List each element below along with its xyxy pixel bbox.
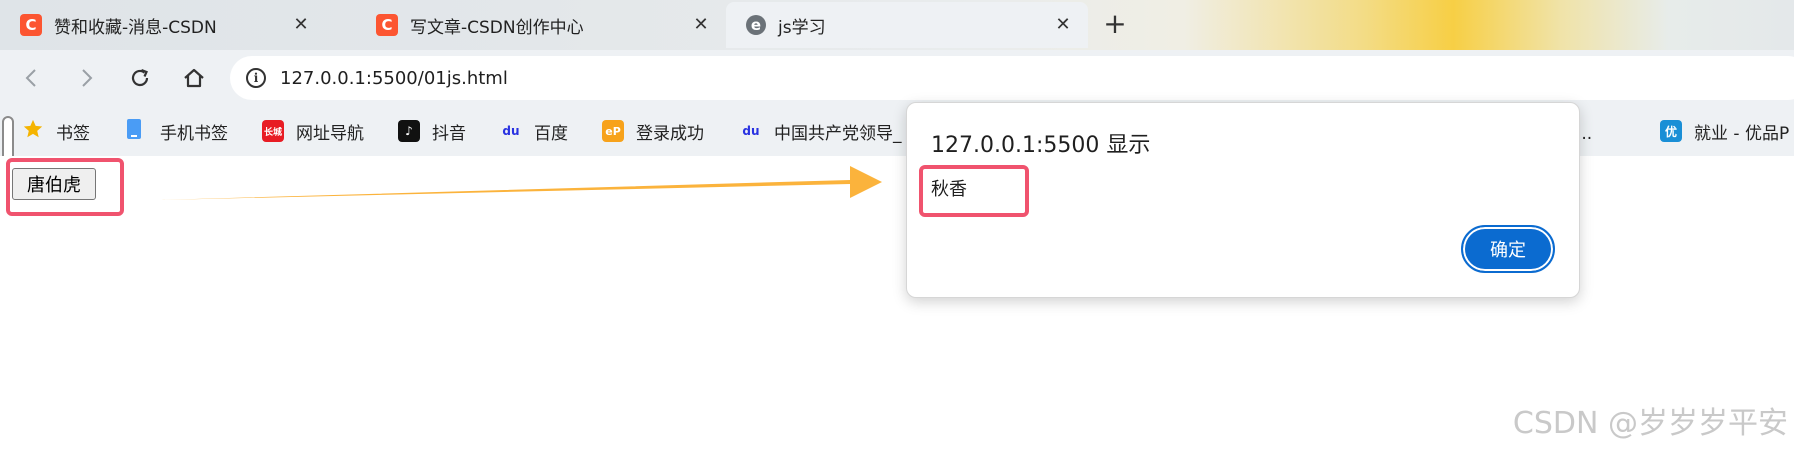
arrow-annotation: [160, 166, 882, 200]
ok-button[interactable]: 确定: [1461, 225, 1555, 273]
watermark: CSDN @岁岁岁平安: [1512, 406, 1788, 441]
tab-title: js学习: [778, 17, 826, 38]
new-tab-icon[interactable]: +: [1100, 9, 1130, 39]
bookmark-item[interactable]: 长城 网址导航: [262, 118, 364, 144]
tab-strip: C 赞和收藏-消息-CSDN ✕ C 写文章-CSDN创作中心 ✕ e js学习…: [0, 0, 1794, 50]
alert-dialog: 127.0.0.1:5500 显示 秋香 确定: [906, 102, 1580, 298]
bookmark-item[interactable]: du 百度: [500, 118, 568, 144]
tab-js-learning[interactable]: e js学习 ✕: [726, 2, 1088, 48]
tab-csdn-messages[interactable]: C 赞和收藏-消息-CSDN ✕: [0, 2, 326, 48]
back-icon[interactable]: [16, 62, 48, 94]
bookmark-label: 中国共产党领导_: [774, 123, 902, 144]
bookmark-item[interactable]: 手机书签: [126, 118, 228, 144]
tab-title: 赞和收藏-消息-CSDN: [54, 17, 217, 38]
bookmark-item[interactable]: du 中国共产党领导_: [740, 118, 902, 144]
screenshot: C 赞和收藏-消息-CSDN ✕ C 写文章-CSDN创作中心 ✕ e js学习…: [0, 0, 1794, 450]
bookmark-item[interactable]: 优 就业 - 优品P: [1660, 118, 1789, 144]
bookmark-item[interactable]: 书签: [22, 118, 90, 144]
douyin-icon: ♪: [398, 120, 420, 142]
baidu-icon: du: [502, 124, 520, 138]
forward-icon[interactable]: [70, 62, 102, 94]
tab-csdn-editor[interactable]: C 写文章-CSDN创作中心 ✕: [356, 2, 726, 48]
info-icon[interactable]: i: [246, 68, 266, 88]
nav-icon: 长城: [262, 120, 284, 142]
browser-icon: e: [746, 15, 766, 35]
highlight-box: [6, 158, 124, 216]
dialog-title: 127.0.0.1:5500 显示: [931, 133, 1151, 158]
csdn-icon: C: [376, 14, 398, 36]
bookmark-label: 手机书签: [160, 123, 228, 144]
tab-title: 写文章-CSDN创作中心: [410, 17, 584, 38]
phone-icon: [126, 118, 142, 144]
bookmark-label: 就业 - 优品P: [1694, 123, 1790, 144]
bookmark-label: 百度: [534, 123, 568, 144]
highlight-box: [919, 165, 1029, 217]
baidu-icon: du: [742, 124, 760, 138]
close-icon[interactable]: ✕: [690, 14, 712, 36]
youpin-icon: 优: [1660, 120, 1682, 142]
bookmark-label: 抖音: [432, 123, 466, 144]
home-icon[interactable]: [178, 62, 210, 94]
bookmark-item[interactable]: ♪ 抖音: [398, 118, 466, 144]
bookmark-label: 书签: [56, 123, 90, 144]
navigation-bar: i 127.0.0.1:5500/01js.html: [0, 50, 1794, 106]
reload-icon[interactable]: [124, 62, 156, 94]
close-icon[interactable]: ✕: [290, 14, 312, 36]
bookmark-item[interactable]: eP 登录成功: [602, 118, 704, 144]
bookmark-label: 网址导航: [296, 123, 364, 144]
url-text[interactable]: 127.0.0.1:5500/01js.html: [280, 68, 508, 89]
bookmark-label: 登录成功: [636, 123, 704, 144]
star-icon: [22, 118, 44, 144]
address-bar[interactable]: i 127.0.0.1:5500/01js.html: [230, 56, 1794, 100]
close-icon[interactable]: ✕: [1052, 14, 1074, 36]
ep-icon: eP: [602, 120, 624, 142]
csdn-icon: C: [20, 14, 42, 36]
